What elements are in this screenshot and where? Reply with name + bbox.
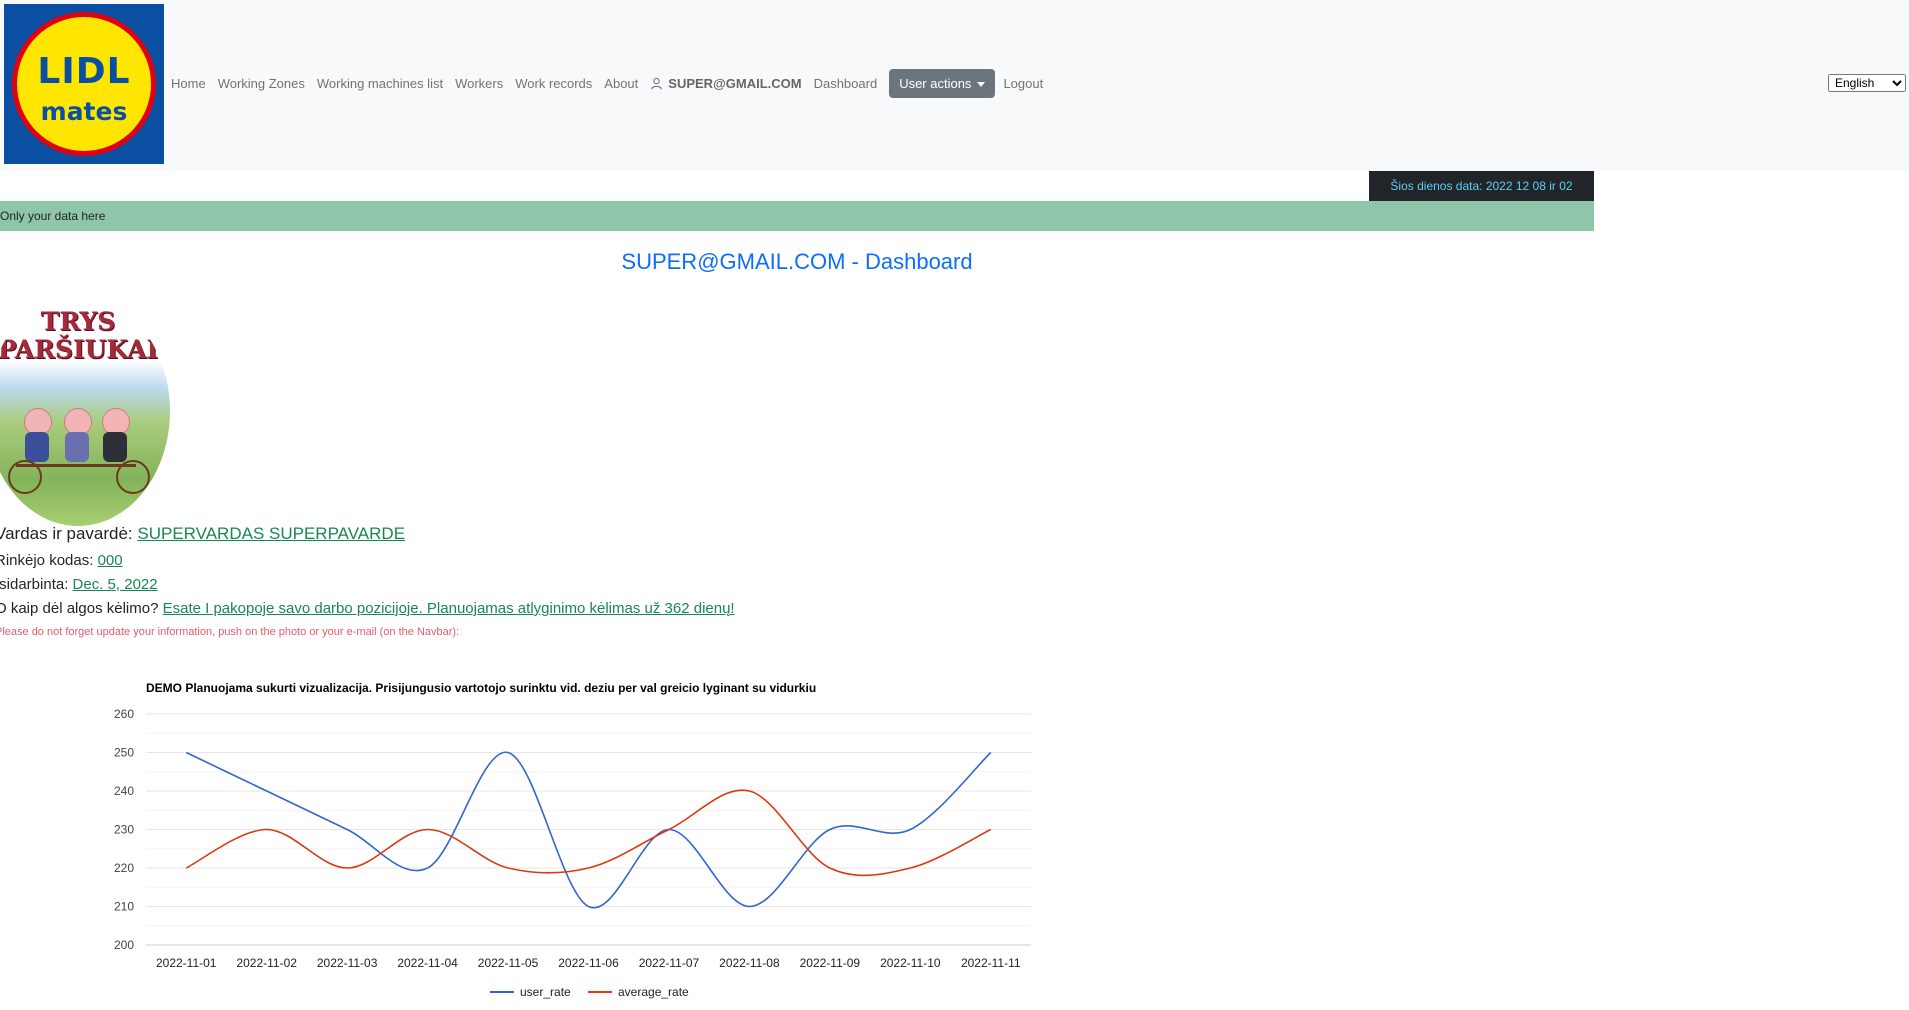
update-hint: Please do not forget update your informa…: [0, 626, 460, 638]
y-tick-label: 250: [114, 746, 134, 760]
nav-working-zones[interactable]: Working Zones: [218, 76, 305, 91]
x-tick-label: 2022-11-02: [236, 956, 297, 970]
chart-grid: [146, 713, 1031, 946]
x-tick-label: 2022-11-05: [478, 956, 539, 970]
nav-dashboard[interactable]: Dashboard: [814, 76, 878, 91]
user-actions-label: User actions: [899, 75, 972, 91]
user-actions-dropdown[interactable]: User actions: [889, 68, 996, 98]
language-select[interactable]: English: [1828, 74, 1906, 92]
logo-text-mates: mates: [40, 97, 128, 126]
name-label: Vardas ir pavardė:: [0, 524, 138, 543]
hired-link[interactable]: Dec. 5, 2022: [73, 576, 158, 593]
pig-body-2: [65, 432, 89, 462]
x-tick-label: 2022-11-07: [639, 956, 700, 970]
legend-label-user_rate: user_rate: [520, 985, 571, 999]
raise-line: O kaip dėl algos kėlimo? Esate I pakopoj…: [0, 600, 735, 617]
raise-link[interactable]: Esate I pakopoje savo darbo pozicijoje. …: [163, 600, 735, 617]
series-line-average_rate: [185, 789, 992, 877]
y-tick-label: 230: [114, 823, 134, 837]
pig-body-1: [25, 432, 49, 462]
nav-logout[interactable]: Logout: [1003, 76, 1043, 91]
lidl-mates-logo[interactable]: LIDL mates: [4, 4, 164, 164]
legend-label-average_rate: average_rate: [618, 985, 689, 999]
profile-photo[interactable]: TRYS PARŠIUKAI: [0, 296, 170, 526]
page-title: SUPER@GMAIL.COM - Dashboard: [621, 249, 973, 274]
x-tick-label: 2022-11-11: [961, 956, 1021, 970]
chart-x-ticks: 2022-11-01 2022-11-02 2022-11-03 2022-11-04…: [156, 956, 1021, 970]
user-icon: [651, 77, 663, 89]
rate-line-chart: DEMO Planuojama sukurti vizualizacija. P…: [114, 681, 1031, 999]
x-tick-label: 2022-11-09: [800, 956, 861, 970]
nav-about[interactable]: About: [604, 76, 638, 91]
nav-home[interactable]: Home: [171, 76, 206, 91]
code-line: Rinkėjo kodas: 000: [0, 552, 123, 569]
x-tick-label: 2022-11-01: [156, 956, 217, 970]
x-tick-label: 2022-11-03: [317, 956, 378, 970]
bike-wheel-back: [116, 460, 150, 494]
bike-wheel-front: [8, 460, 42, 494]
caret-down-icon: [977, 81, 986, 87]
x-tick-label: 2022-11-04: [397, 956, 458, 970]
current-date-box: Šios dienos data: 2022 12 08 ir 02 valan…: [1369, 171, 1594, 223]
navbar: LIDL mates Home Working Zones Working ma…: [0, 0, 1909, 171]
hired-label: Įsidarbinta:: [0, 576, 73, 593]
chart-title: DEMO Planuojama sukurti vizualizacija. P…: [146, 681, 816, 695]
chart-y-ticks: 200 210 220 230 240 250 260: [114, 707, 134, 952]
nav-user-email[interactable]: SUPER@GMAIL.COM: [650, 75, 802, 91]
y-tick-label: 240: [114, 784, 134, 798]
y-tick-label: 200: [114, 938, 134, 952]
raise-label: O kaip dėl algos kėlimo?: [0, 600, 163, 617]
chart-legend: user_rate average_rate: [490, 985, 689, 999]
y-tick-label: 220: [114, 861, 134, 875]
name-line: Vardas ir pavardė: SUPERVARDAS SUPERPAVA…: [0, 524, 405, 544]
nav-work-records[interactable]: Work records: [515, 76, 592, 91]
code-label: Rinkėjo kodas:: [0, 552, 98, 569]
avatar-title-line1: TRYS: [40, 307, 116, 336]
pig-body-3: [103, 432, 127, 462]
x-tick-label: 2022-11-10: [880, 956, 941, 970]
name-link[interactable]: SUPERVARDAS SUPERPAVARDE: [137, 524, 405, 543]
x-tick-label: 2022-11-08: [719, 956, 780, 970]
avatar-title-line2: PARŠIUKAI: [0, 335, 159, 364]
y-tick-label: 260: [114, 707, 134, 721]
code-link[interactable]: 000: [98, 552, 123, 569]
nav-working-machines[interactable]: Working machines list: [317, 76, 443, 91]
nav-links: Home Working Zones Working machines list…: [171, 68, 1055, 98]
hired-line: Įsidarbinta: Dec. 5, 2022: [0, 576, 158, 593]
y-tick-label: 210: [114, 900, 134, 914]
logo-circle: LIDL mates: [12, 12, 156, 156]
logo-text-lidl: LIDL: [37, 51, 131, 92]
user-email-text: SUPER@GMAIL.COM: [668, 75, 802, 91]
nav-workers[interactable]: Workers: [455, 76, 503, 91]
info-bar: Only your data here: [0, 201, 1594, 231]
x-tick-label: 2022-11-06: [558, 956, 619, 970]
